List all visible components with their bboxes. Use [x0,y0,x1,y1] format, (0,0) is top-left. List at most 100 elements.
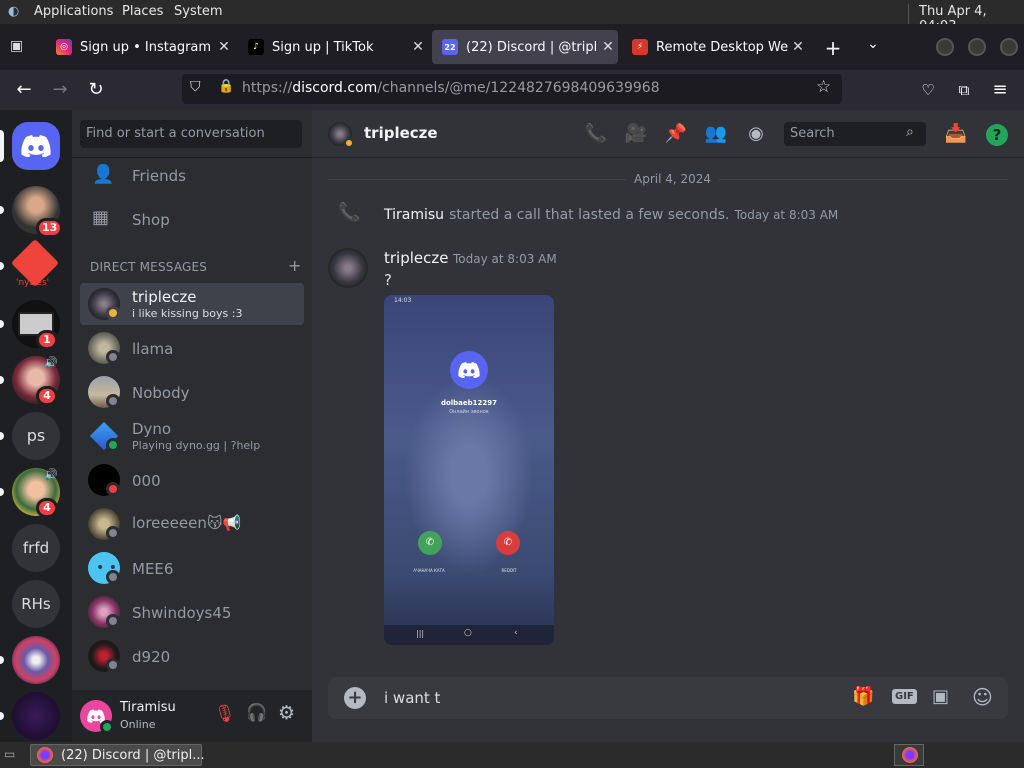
close-icon[interactable]: ✕ [788,39,808,55]
server-rhs[interactable]: RHs [12,580,60,628]
emoji-icon[interactable]: ☺ [972,685,993,709]
discord-home-button[interactable] [12,122,60,170]
message-input[interactable]: i want t [384,689,440,707]
create-dm-icon[interactable]: + [288,256,301,275]
dm-item-triplecze[interactable]: triplecze i like kissing boys :3 [80,283,304,325]
chat-title[interactable]: triplecze [364,124,438,142]
firefox-icon [902,747,918,763]
chat-search-input[interactable]: Search ⌕ [784,122,926,146]
message-author[interactable]: triplecze [384,249,448,267]
firefox-view-icon[interactable]: ▣ [10,38,28,54]
call-actor[interactable]: Tiramisu [384,207,444,223]
offline-status-icon [106,394,120,408]
menu-icon[interactable]: ≡ [986,76,1014,104]
bookmark-star-icon[interactable]: ☆ [816,77,831,97]
menu-places[interactable]: Places [122,4,163,19]
minimize-button[interactable] [936,38,954,56]
tab-instagram[interactable]: ◎ Sign up • Instagram ✕ [46,30,234,64]
image-attachment[interactable]: 14:03 dolbaeb12297 Онлайн звонок ✆ ✆ АЧА… [384,295,554,645]
close-icon[interactable]: ✕ [214,39,234,55]
gift-icon[interactable]: 🎁 [852,686,874,707]
url-path: /channels/@me/1224827698409639968 [377,80,660,96]
server-frfd[interactable]: frfd [12,524,60,572]
server-anydesk[interactable]: 'nyDes' [10,238,60,290]
voice-call-icon[interactable]: 📞 [584,122,608,146]
new-tab-icon[interactable]: + [822,36,844,60]
tiktok-icon: ♪ [248,39,264,55]
sidebar-item-label: Friends [132,167,186,185]
url-host: discord.com [292,80,378,96]
headphones-icon[interactable]: 🎧 [246,703,267,723]
close-icon[interactable]: ✕ [598,39,618,55]
add-attachment-icon[interactable]: + [344,687,366,709]
video-call-icon[interactable]: 🎥 [624,122,648,146]
dm-item-mee6[interactable]: • • MEE6 [80,547,304,589]
workspace-switcher[interactable] [894,744,924,766]
reload-icon[interactable]: ↻ [82,76,110,104]
sidebar-item-label: Shop [132,211,170,229]
shop-icon: ▦ [92,207,110,228]
address-bar[interactable]: ⛉ 🔒 https://discord.com/channels/@me/122… [182,74,842,104]
offline-status-icon [106,526,120,540]
tab-tiktok[interactable]: ♪ Sign up | TikTok ✕ [238,30,428,64]
mute-mic-icon[interactable]: 🎙 [214,704,236,724]
dm-search-input[interactable]: Find or start a conversation [80,120,302,148]
help-icon[interactable]: ? [986,124,1008,146]
server-art[interactable] [12,636,60,684]
lock-icon[interactable]: 🔒 [218,79,234,94]
maximize-button[interactable] [968,38,986,56]
offline-status-icon [106,350,120,364]
tab-remote-desktop[interactable]: ⚡ Remote Desktop Web ✕ [622,30,808,64]
selected-pill [0,130,4,162]
message-timestamp: Today at 8:03 AM [453,252,557,266]
discord-logo-icon [21,135,51,157]
sidebar-item-friends[interactable]: 👤 Friends [80,160,304,194]
dm-item-000[interactable]: 000 [80,459,304,501]
caller-avatar [450,351,488,389]
tab-list-icon[interactable]: ⌄ [862,36,884,52]
dm-item-nobody[interactable]: Nobody [80,371,304,413]
gif-icon[interactable]: GIF [892,689,917,704]
sticker-icon[interactable]: ▣ [932,686,949,707]
inbox-icon[interactable]: 📥 [944,122,968,146]
dm-item-llama[interactable]: llama [80,327,304,369]
gnome-logo-icon[interactable]: ◐ [8,4,26,20]
tab-discord[interactable]: 22 (22) Discord | @triplecze ✕ [432,30,618,64]
extensions-icon[interactable]: ⧉ [950,76,978,104]
forward-icon[interactable]: → [46,76,74,104]
dm-item-loreeeeen[interactable]: loreeeeen😽📢 [80,503,304,545]
tab-title: (22) Discord | @triplecze [466,39,598,55]
taskbar-window-discord[interactable]: (22) Discord | @tripl... [30,744,205,766]
dm-name: llama [132,340,174,358]
menu-applications[interactable]: Applications [34,4,113,19]
pocket-icon[interactable]: ♡ [914,76,942,104]
add-friends-icon[interactable]: 👥 [704,122,728,146]
search-placeholder: Search [790,126,835,141]
recent-apps-icon: ||| [416,629,425,638]
dm-item-dyno[interactable]: Dyno Playing dyno.gg | ?help [80,415,304,457]
sidebar-item-shop[interactable]: ▦ Shop [80,204,304,238]
back-nav-icon: ‹ [514,628,518,638]
dm-item-shwindoys45[interactable]: Shwindoys45 [80,591,304,633]
instagram-icon: ◎ [56,39,72,55]
user-profile-icon[interactable]: ◉ [744,122,768,146]
pinned-messages-icon[interactable]: 📌 [664,122,688,146]
message-composer: + i want t 🎁 GIF ▣ ☺ [328,677,1008,719]
close-icon[interactable]: ✕ [408,39,428,55]
accept-label: АЧАНАЧА КАТА [413,568,445,573]
shield-icon[interactable]: ⛉ [190,79,201,95]
speaker-icon: 🔊 [44,356,58,369]
settings-gear-icon[interactable]: ⚙ [278,702,295,724]
dm-item-d920[interactable]: d920 [80,635,304,677]
dm-status-text: Playing dyno.gg | ?help [132,439,261,452]
show-desktop-icon[interactable]: ▭ [4,747,15,761]
message-avatar[interactable] [328,248,368,288]
menu-system[interactable]: System [174,4,222,19]
mention-badge: 1 [36,330,58,350]
message-text: ? [384,271,392,289]
server-ps[interactable]: ps [12,412,60,460]
browser-tab-bar: ▣ ◎ Sign up • Instagram ✕ ♪ Sign up | Ti… [0,24,1024,70]
back-icon[interactable]: ← [10,76,38,104]
close-window-button[interactable] [1000,38,1018,56]
server-purple[interactable] [12,692,60,740]
